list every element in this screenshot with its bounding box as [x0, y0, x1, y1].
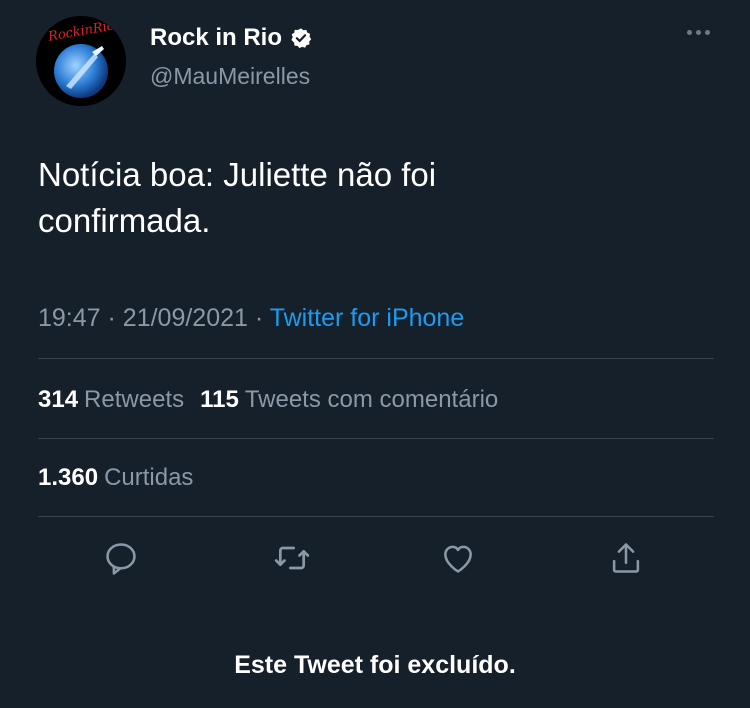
tweet-date[interactable]: 21/09/2021 — [123, 304, 248, 332]
rock-in-rio-logo-icon: RockinRio — [36, 16, 126, 106]
retweets-count: 314 — [38, 386, 79, 413]
share-icon[interactable] — [606, 536, 646, 580]
tweet-card: RockinRio Rock in Rio @MauMeirelles Notí… — [0, 0, 750, 708]
meta-separator: · — [107, 304, 116, 332]
meta-separator: · — [254, 304, 264, 332]
divider — [38, 516, 714, 517]
dot — [687, 30, 692, 35]
tweet-meta: 19:47 · 21/09/2021 · Twitter for iPhone — [38, 300, 464, 336]
likes-stat[interactable]: 1.360 Curtidas — [38, 462, 193, 494]
like-heart-icon[interactable] — [438, 536, 478, 580]
tweet-text: Notícia boa: Juliette não foi confirmada… — [38, 156, 437, 239]
likes-label: Curtidas — [104, 464, 194, 491]
reply-icon[interactable] — [101, 536, 141, 580]
tweet-action-bar — [0, 536, 750, 582]
quotes-label: Tweets com comentário — [244, 386, 499, 413]
verified-badge-icon — [290, 27, 312, 49]
dot — [705, 30, 710, 35]
retweets-label: Retweets — [84, 386, 185, 413]
retweet-stats-row: 314 Retweets 115 Tweets com comentário — [38, 384, 498, 416]
retweet-icon[interactable] — [272, 536, 312, 580]
dot — [696, 30, 701, 35]
likes-stats-row: 1.360 Curtidas — [38, 462, 193, 494]
retweets-stat[interactable]: 314 Retweets — [38, 384, 184, 416]
more-options-icon[interactable] — [687, 30, 710, 35]
author-name-row: Rock in Rio — [150, 24, 312, 52]
author-display-name[interactable]: Rock in Rio — [150, 24, 282, 52]
quotes-count: 115 — [200, 386, 239, 413]
tweet-time[interactable]: 19:47 — [38, 304, 101, 332]
divider — [38, 358, 714, 359]
divider — [38, 438, 714, 439]
avatar[interactable]: RockinRio — [36, 16, 126, 106]
quotes-stat[interactable]: 115 Tweets com comentário — [200, 384, 498, 416]
deleted-tweet-notice: Este Tweet foi excluído. — [234, 651, 516, 679]
likes-count: 1.360 — [38, 464, 99, 491]
author-handle[interactable]: @MauMeirelles — [150, 62, 310, 90]
tweet-source-link[interactable]: Twitter for iPhone — [270, 304, 465, 332]
